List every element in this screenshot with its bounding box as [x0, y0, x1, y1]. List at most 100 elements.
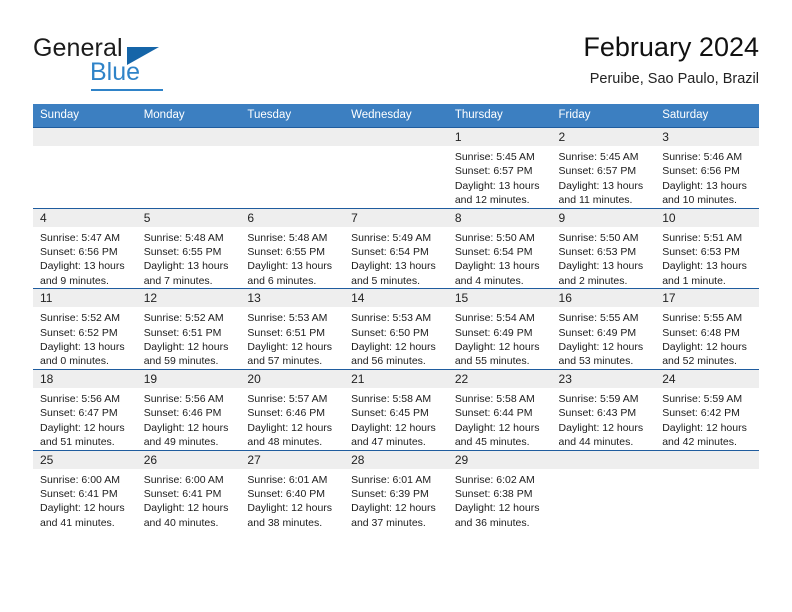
day-cell[interactable]: 14 Sunrise: 5:53 AM Sunset: 6:50 PM Dayligh…	[344, 288, 448, 370]
day-cell[interactable]: 17 Sunrise: 5:55 AM Sunset: 6:48 PM Dayligh…	[655, 288, 759, 370]
day-cell[interactable]: 19 Sunrise: 5:56 AM Sunset: 6:46 PM Dayligh…	[136, 368, 241, 450]
sunset-text: Sunset: 6:53 PM	[662, 246, 740, 259]
weekday-header-wednesday: Wednesday	[344, 104, 448, 128]
day-cell[interactable]: 28 Sunrise: 6:01 AM Sunset: 6:39 PM Dayligh…	[344, 449, 448, 531]
day-details: Sunrise: 5:47 AM Sunset: 6:56 PM Daylight:…	[33, 227, 137, 289]
daylight-text-line1: Daylight: 12 hours	[662, 421, 747, 434]
day-cell[interactable]: 10 Sunrise: 5:51 AM Sunset: 6:53 PM Dayligh…	[655, 207, 759, 289]
daylight-text-line2: and 52 minutes.	[662, 355, 737, 368]
sunrise-text: Sunrise: 5:51 AM	[662, 231, 743, 244]
day-cell[interactable]: 16 Sunrise: 5:55 AM Sunset: 6:49 PM Dayligh…	[551, 288, 656, 370]
sunset-text: Sunset: 6:42 PM	[662, 407, 740, 420]
daylight-text-line2: and 44 minutes.	[558, 436, 634, 449]
day-cell[interactable]: 11 Sunrise: 5:52 AM Sunset: 6:52 PM Dayligh…	[33, 288, 137, 370]
brand-logo[interactable]: General Blue	[33, 34, 253, 91]
day-number	[344, 128, 448, 146]
daylight-text-line1: Daylight: 13 hours	[454, 179, 540, 192]
day-number	[136, 128, 241, 146]
sunset-text: Sunset: 6:44 PM	[454, 407, 533, 420]
daylight-text-line2: and 10 minutes.	[662, 194, 737, 207]
day-details: Sunrise: 5:55 AM Sunset: 6:48 PM Daylight:…	[655, 307, 759, 369]
day-cell[interactable]: 1 Sunrise: 5:45 AM Sunset: 6:57 PM Daylight…	[447, 127, 552, 209]
day-cell[interactable]: 3 Sunrise: 5:46 AM Sunset: 6:56 PM Daylight…	[655, 127, 759, 209]
daylight-text-line1: Daylight: 12 hours	[247, 341, 333, 354]
page-title: February 2024	[583, 32, 759, 62]
sunset-text: Sunset: 6:46 PM	[143, 407, 222, 420]
daylight-text-line1: Daylight: 12 hours	[351, 421, 436, 434]
day-details: Sunrise: 5:57 AM Sunset: 6:46 PM Daylight:…	[240, 388, 344, 450]
day-cell[interactable]: 24 Sunrise: 5:59 AM Sunset: 6:42 PM Dayligh…	[655, 368, 759, 450]
day-cell[interactable]: 23 Sunrise: 5:59 AM Sunset: 6:43 PM Dayligh…	[551, 368, 656, 450]
daylight-text-line2: and 59 minutes.	[143, 355, 219, 368]
daylight-text-line2: and 47 minutes.	[351, 436, 426, 449]
day-number: 4	[33, 208, 137, 227]
day-cell[interactable]: 2 Sunrise: 5:45 AM Sunset: 6:57 PM Daylight…	[551, 127, 656, 209]
day-details: Sunrise: 5:52 AM Sunset: 6:52 PM Daylight:…	[33, 307, 137, 369]
daylight-text-line2: and 38 minutes.	[247, 516, 323, 529]
day-cell[interactable]: 12 Sunrise: 5:52 AM Sunset: 6:51 PM Dayligh…	[136, 288, 241, 370]
day-cell[interactable]: 21 Sunrise: 5:58 AM Sunset: 6:45 PM Dayligh…	[344, 368, 448, 450]
daylight-text-line2: and 45 minutes.	[454, 436, 530, 449]
calendar-header-row: Sunday Monday Tuesday Wednesday Thursday…	[33, 104, 759, 128]
day-number: 11	[33, 289, 137, 308]
daylight-text-line2: and 42 minutes.	[662, 436, 737, 449]
day-cell[interactable]: 29 Sunrise: 6:02 AM Sunset: 6:38 PM Dayligh…	[447, 449, 552, 531]
day-number: 8	[447, 208, 552, 227]
day-cell[interactable]: 7 Sunrise: 5:49 AM Sunset: 6:54 PM Daylight…	[344, 207, 448, 289]
day-number: 16	[551, 289, 656, 308]
day-cell[interactable]: 25 Sunrise: 6:00 AM Sunset: 6:41 PM Dayligh…	[33, 449, 137, 531]
day-cell[interactable]: 6 Sunrise: 5:48 AM Sunset: 6:55 PM Daylight…	[240, 207, 345, 289]
day-details: Sunrise: 5:48 AM Sunset: 6:55 PM Daylight:…	[240, 227, 344, 289]
sunrise-text: Sunrise: 5:56 AM	[143, 392, 224, 405]
daylight-text-line2: and 6 minutes.	[247, 274, 317, 287]
day-cell[interactable]: 26 Sunrise: 6:00 AM Sunset: 6:41 PM Dayligh…	[136, 449, 241, 531]
daylight-text-line2: and 57 minutes.	[247, 355, 323, 368]
daylight-text-line1: Daylight: 13 hours	[454, 260, 540, 273]
day-cell[interactable]: 18 Sunrise: 5:56 AM Sunset: 6:47 PM Dayligh…	[33, 368, 137, 450]
sunrise-text: Sunrise: 5:49 AM	[351, 231, 432, 244]
sunset-text: Sunset: 6:52 PM	[40, 326, 118, 339]
sunset-text: Sunset: 6:49 PM	[454, 326, 533, 339]
daylight-text-line1: Daylight: 12 hours	[351, 341, 436, 354]
day-number: 21	[344, 369, 448, 388]
daylight-text-line1: Daylight: 12 hours	[558, 421, 644, 434]
sunrise-text: Sunrise: 5:59 AM	[558, 392, 639, 405]
day-cell-empty	[33, 127, 137, 209]
day-details: Sunrise: 6:00 AM Sunset: 6:41 PM Daylight:…	[33, 469, 137, 531]
daylight-text-line2: and 49 minutes.	[143, 436, 219, 449]
day-cell[interactable]: 22 Sunrise: 5:58 AM Sunset: 6:44 PM Dayligh…	[447, 368, 552, 450]
day-cell[interactable]: 15 Sunrise: 5:54 AM Sunset: 6:49 PM Dayligh…	[447, 288, 552, 370]
day-cell[interactable]: 8 Sunrise: 5:50 AM Sunset: 6:54 PM Daylight…	[447, 207, 552, 289]
day-cell[interactable]: 27 Sunrise: 6:01 AM Sunset: 6:40 PM Dayligh…	[240, 449, 345, 531]
sunset-text: Sunset: 6:55 PM	[247, 246, 326, 259]
daylight-text-line1: Daylight: 12 hours	[662, 341, 747, 354]
day-cell[interactable]: 4 Sunrise: 5:47 AM Sunset: 6:56 PM Daylight…	[33, 207, 137, 289]
weekday-header-thursday: Thursday	[447, 104, 552, 128]
day-number: 7	[344, 208, 448, 227]
sunrise-text: Sunrise: 5:54 AM	[454, 312, 535, 325]
sunrise-text: Sunrise: 5:47 AM	[40, 231, 120, 244]
day-cell-empty	[344, 127, 448, 209]
daylight-text-line2: and 11 minutes.	[558, 194, 633, 207]
daylight-text-line1: Daylight: 13 hours	[143, 260, 229, 273]
daylight-text-line1: Daylight: 12 hours	[454, 502, 540, 515]
daylight-text-line1: Daylight: 12 hours	[40, 502, 125, 515]
sunrise-text: Sunrise: 5:50 AM	[454, 231, 535, 244]
day-details: Sunrise: 5:56 AM Sunset: 6:47 PM Daylight:…	[33, 388, 137, 450]
day-cell[interactable]: 9 Sunrise: 5:50 AM Sunset: 6:53 PM Daylight…	[551, 207, 656, 289]
weekday-header-friday: Friday	[551, 104, 656, 128]
day-cell[interactable]: 13 Sunrise: 5:53 AM Sunset: 6:51 PM Dayligh…	[240, 288, 345, 370]
sunset-text: Sunset: 6:56 PM	[40, 246, 118, 259]
sunrise-text: Sunrise: 6:01 AM	[351, 473, 432, 486]
calendar-week-row: 18 Sunrise: 5:56 AM Sunset: 6:47 PM Dayligh…	[33, 368, 759, 450]
daylight-text-line1: Daylight: 12 hours	[558, 341, 644, 354]
sunrise-text: Sunrise: 5:55 AM	[662, 312, 743, 325]
sunset-text: Sunset: 6:46 PM	[247, 407, 326, 420]
day-details: Sunrise: 5:50 AM Sunset: 6:54 PM Daylight:…	[448, 227, 552, 289]
daylight-text-line1: Daylight: 13 hours	[558, 179, 644, 192]
day-number: 5	[136, 208, 241, 227]
daylight-text-line2: and 41 minutes.	[40, 516, 115, 529]
day-cell[interactable]: 5 Sunrise: 5:48 AM Sunset: 6:55 PM Daylight…	[136, 207, 241, 289]
sunset-text: Sunset: 6:51 PM	[247, 326, 326, 339]
day-cell[interactable]: 20 Sunrise: 5:57 AM Sunset: 6:46 PM Dayligh…	[240, 368, 345, 450]
